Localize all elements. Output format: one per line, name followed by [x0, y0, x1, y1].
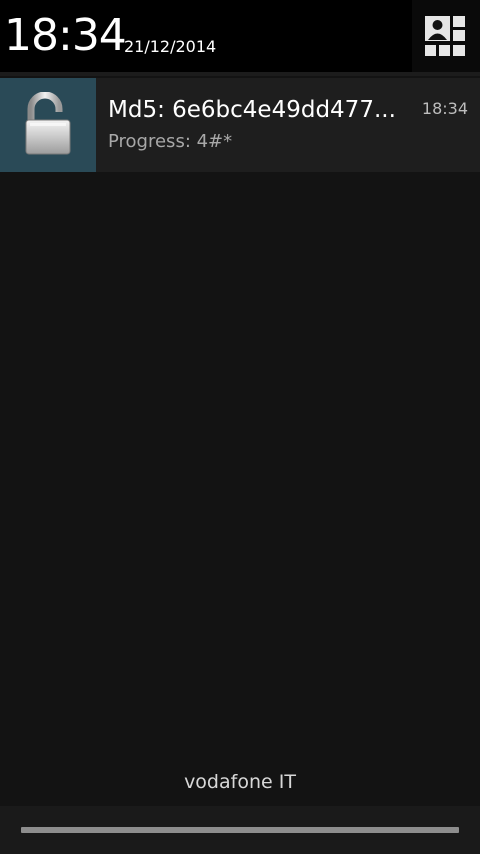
- shade-header: 18:34 21/12/2014: [0, 0, 480, 72]
- quick-settings-icon: [425, 16, 465, 56]
- carrier-label: vodafone IT: [184, 771, 296, 793]
- unlocked-padlock-icon: [25, 92, 71, 155]
- clock: 18:34: [4, 10, 127, 61]
- notification-item[interactable]: Md5: 6e6bc4e49dd477... 18:34 Progress: 4…: [0, 78, 480, 172]
- notification-text: Progress: 4#*: [108, 131, 233, 152]
- header-divider: [0, 72, 480, 76]
- notification-title: Md5: 6e6bc4e49dd477...: [108, 97, 396, 123]
- drag-handle[interactable]: [21, 827, 459, 833]
- notification-time: 18:34: [421, 99, 468, 118]
- date: 21/12/2014: [124, 37, 217, 56]
- quick-settings-button[interactable]: [412, 0, 480, 72]
- notification-icon-box: [0, 78, 96, 172]
- shade-bottom: [0, 806, 480, 854]
- notification-shade: 18:34 21/12/2014 Md5: 6e6bc4e49dd477... …: [0, 0, 480, 854]
